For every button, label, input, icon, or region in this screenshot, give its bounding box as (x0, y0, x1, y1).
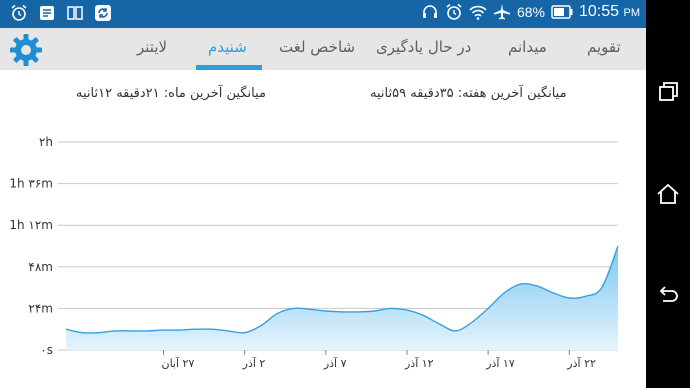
x-tick-label: ۱۲ آذر (404, 356, 434, 370)
week-average-text: میانگین آخرین هفته: ۳۵دقیقه ۵۹ثانیه (370, 86, 567, 101)
tab-known[interactable]: میدانم (508, 38, 547, 56)
clock: 10:55 PM (579, 3, 640, 20)
recent-apps-icon[interactable] (654, 78, 682, 106)
tab-heard[interactable]: شنیدم (208, 38, 247, 56)
airplane-mode-icon (493, 4, 510, 20)
home-icon[interactable] (654, 180, 682, 208)
status-bar-notifications (10, 4, 112, 22)
x-tick-label: ۱۷ آذر (485, 356, 515, 370)
status-bar-system: 68% 10:55 PM (421, 3, 640, 21)
y-tick-label: ۲h (39, 135, 53, 149)
y-tick-label: ۴۸m (28, 260, 53, 274)
chart-area-fill (66, 246, 619, 350)
tab-bar: تقویم میدانم در حال یادگیری شاخص لغت شنی… (0, 28, 646, 70)
wifi-icon (469, 5, 487, 20)
active-tab-indicator (196, 65, 262, 70)
alarm-icon (11, 4, 27, 21)
book-icon (67, 6, 83, 20)
status-bar: 68% 10:55 PM (0, 0, 646, 28)
month-average-text: میانگین آخرین ماه: ۲۱دقیقه ۱۲ثانیه (76, 86, 266, 101)
battery-icon (551, 5, 573, 19)
y-tick-label: 1h ۳۶m (9, 177, 53, 191)
x-tick-label: ۲۲ آذر (566, 356, 596, 370)
tab-leitner[interactable]: لایتنر (137, 38, 167, 56)
message-icon (40, 6, 54, 20)
alarm-clock-icon (446, 3, 462, 20)
headset-icon (422, 5, 437, 18)
y-tick-label: 1h ۱۲m (9, 218, 53, 232)
listening-time-chart: ۰s ۲۴m ۴۸m 1h ۱۲m 1h ۳۶m ۲h ۲۷ آبان ۲ آذر ۷ آذر… (9, 135, 619, 370)
x-tick-label: ۷ آذر (323, 356, 347, 370)
tab-calendar[interactable]: تقویم (587, 38, 621, 56)
app-screen: 68% 10:55 PM تقویم میدانم در حال یادگیری… (0, 0, 646, 388)
y-tick-label: ۲۴m (28, 301, 53, 315)
chart-y-axis-labels: ۰s ۲۴m ۴۸m 1h ۱۲m 1h ۳۶m ۲h (9, 135, 53, 357)
chart-x-axis-labels: ۲۷ آبان ۲ آذر ۷ آذر ۱۲ آذر ۱۷ آذر ۲۲ آذر (162, 350, 596, 370)
tab-learning[interactable]: در حال یادگیری (376, 38, 471, 56)
sync-icon (95, 5, 111, 21)
y-tick-label: ۰s (40, 343, 53, 357)
x-tick-label: ۲ آذر (242, 356, 266, 370)
navigation-bar (646, 0, 690, 388)
settings-gear-icon[interactable] (8, 32, 44, 68)
x-tick-label: ۲۷ آبان (162, 356, 195, 370)
tab-word-index[interactable]: شاخص لغت (279, 38, 355, 56)
back-icon[interactable] (654, 282, 682, 310)
battery-percent: 68% (516, 4, 545, 20)
